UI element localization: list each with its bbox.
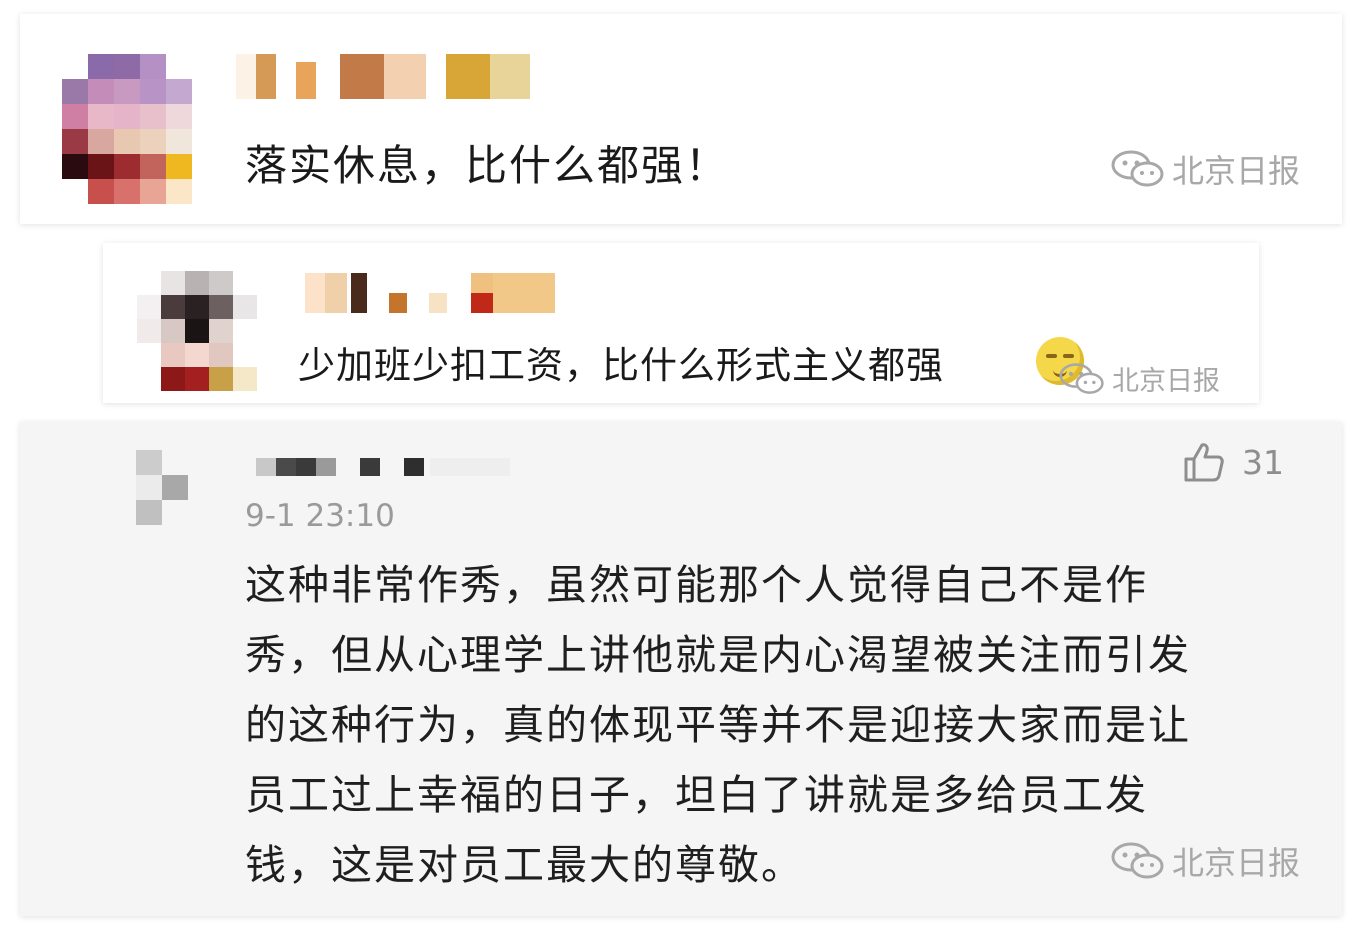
comment-line: 员工过上幸福的日子，坦白了讲就是多给员工发 [245,771,1148,819]
comment-card-2: 少加班少扣工资，比什么形式主义都强 北京日报 [103,243,1259,403]
comment-card-1: 落实休息，比什么都强！ 北京日报 [20,14,1342,224]
watermark: 北京日报 [1110,838,1300,884]
wechat-icon [1059,362,1104,394]
comment-text: 落实休息，比什么都强！ [245,141,730,190]
watermark-label: 北京日报 [1171,844,1300,882]
wechat-icon [1111,842,1164,879]
like-count: 31 [1242,442,1284,482]
watermark-label: 北京日报 [1112,366,1220,397]
avatar[interactable] [137,271,257,391]
avatar[interactable] [62,54,192,204]
wechat-icon [1111,150,1164,187]
watermark-label: 北京日报 [1171,152,1300,190]
comment-line: 的这种行为，真的体现平等并不是迎接大家而是让 [245,701,1191,749]
comment-card-3: 31 9-1 23:10 这种非常作秀，虽然可能那个人觉得自己不是作 秀，但从心… [20,422,1342,916]
comment-text: 少加班少扣工资，比什么形式主义都强 [298,344,944,387]
like-button[interactable]: 31 [1182,440,1284,484]
comment-time: 9-1 23:10 [245,498,395,534]
comment-line: 这种非常作秀，虽然可能那个人觉得自己不是作 [245,561,1148,609]
comment-line: 秀，但从心理学上讲他就是内心渴望被关注而引发 [245,631,1191,679]
watermark: 北京日报 [1110,146,1300,192]
avatar[interactable] [110,450,188,525]
thumbs-up-icon [1184,443,1224,482]
watermark: 北京日报 [1058,359,1220,398]
